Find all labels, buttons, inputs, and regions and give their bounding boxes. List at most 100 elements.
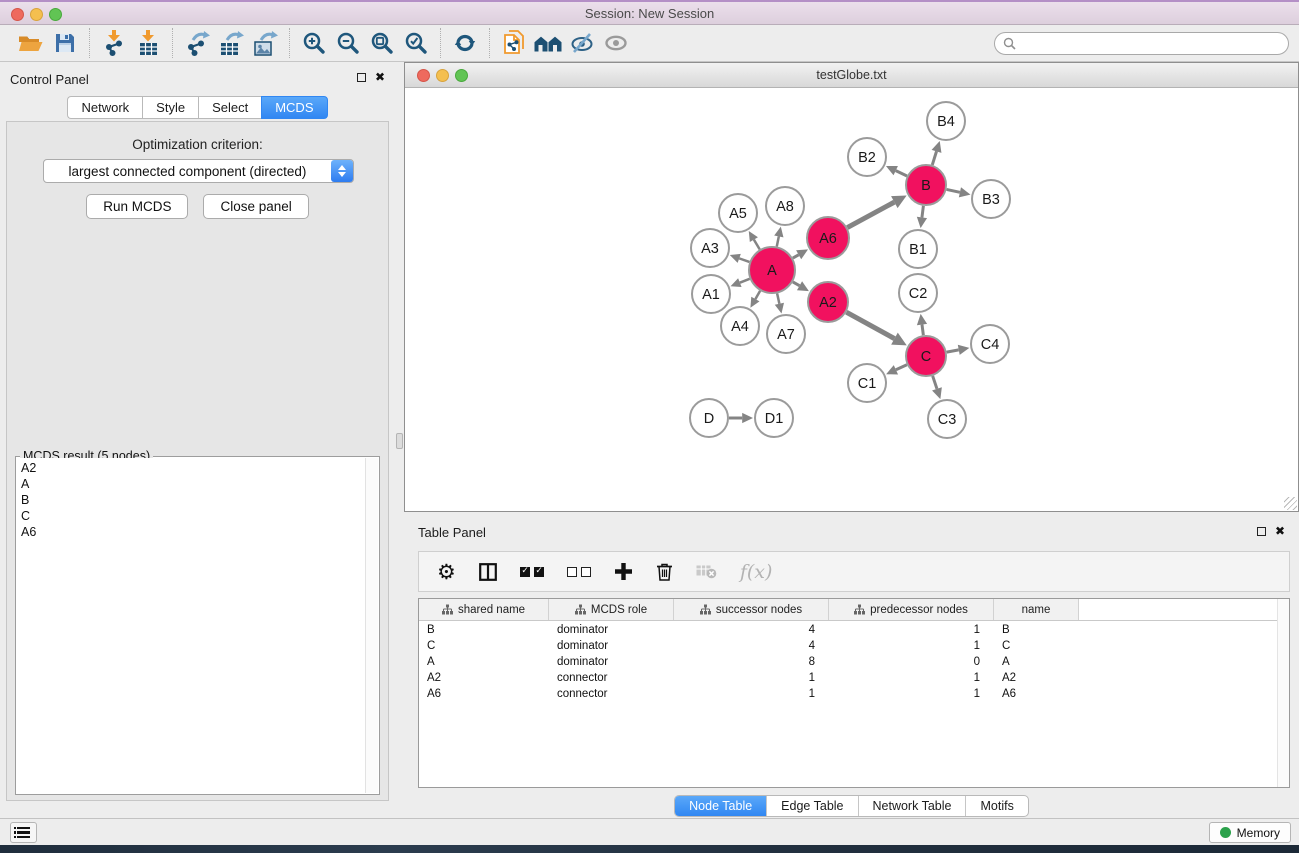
tab-network[interactable]: Network <box>67 96 142 119</box>
table-cell[interactable]: B <box>419 624 549 636</box>
table-cell[interactable]: 1 <box>674 672 829 684</box>
graph-edge[interactable] <box>947 350 959 352</box>
graph-edge[interactable] <box>755 291 760 299</box>
graph-edge[interactable] <box>896 171 907 176</box>
select-all-button[interactable] <box>520 567 544 577</box>
vertical-splitter-grip[interactable] <box>396 433 403 449</box>
tab-edge-table[interactable]: Edge Table <box>766 796 857 816</box>
graph-edge[interactable] <box>947 189 960 192</box>
refresh-button[interactable] <box>448 28 482 58</box>
graph-edge[interactable] <box>777 236 779 246</box>
column-header[interactable]: name <box>994 599 1079 620</box>
table-cell[interactable]: 1 <box>829 640 994 652</box>
show-task-history-button[interactable] <box>10 822 37 843</box>
graph-edge[interactable] <box>793 255 799 258</box>
function-builder-button[interactable]: f(x) <box>740 561 773 583</box>
deselect-all-button[interactable] <box>567 567 591 577</box>
table-cell[interactable]: C <box>994 640 1079 652</box>
table-cell[interactable]: 8 <box>674 656 829 668</box>
table-cell[interactable]: dominator <box>549 640 674 652</box>
table-cell[interactable]: A6 <box>994 688 1079 700</box>
tab-network-table[interactable]: Network Table <box>858 796 966 816</box>
window-resize-grip[interactable] <box>1284 497 1297 510</box>
table-cell[interactable]: connector <box>549 672 674 684</box>
graph-edge[interactable] <box>896 365 907 370</box>
table-cell[interactable]: A2 <box>419 672 549 684</box>
search-field[interactable] <box>994 32 1289 55</box>
network-window-titlebar[interactable]: testGlobe.txt <box>405 63 1298 88</box>
export-image-button[interactable] <box>248 28 282 58</box>
graph-edge[interactable] <box>932 151 936 165</box>
destroy-table-button[interactable] <box>696 564 717 579</box>
table-cell[interactable]: A <box>419 656 549 668</box>
table-cell[interactable]: 1 <box>674 688 829 700</box>
table-row[interactable]: Adominator80A <box>419 654 1289 670</box>
home-button[interactable] <box>531 28 565 58</box>
table-cell[interactable]: connector <box>549 688 674 700</box>
table-cell[interactable]: 1 <box>829 688 994 700</box>
table-row[interactable]: A6connector11A6 <box>419 686 1289 702</box>
tab-mcds[interactable]: MCDS <box>261 96 327 119</box>
list-item[interactable]: B <box>17 492 365 508</box>
network-graph[interactable]: AA6A2BCA5A8A3A1A4A7B2B4B3B1C2C1C4C3DD1 <box>405 89 1298 512</box>
table-cell[interactable]: 0 <box>829 656 994 668</box>
search-input[interactable] <box>1016 37 1288 51</box>
show-all-button[interactable] <box>599 28 633 58</box>
table-cell[interactable]: dominator <box>549 656 674 668</box>
table-cell[interactable]: dominator <box>549 624 674 636</box>
memory-button[interactable]: Memory <box>1209 822 1291 843</box>
graph-edge[interactable] <box>922 206 923 218</box>
graph-edge[interactable] <box>754 240 760 250</box>
graph-edge[interactable] <box>793 282 800 286</box>
tab-select[interactable]: Select <box>198 96 261 119</box>
show-columns-button[interactable] <box>479 563 497 581</box>
table-cell[interactable]: A <box>994 656 1079 668</box>
table-cell[interactable]: 4 <box>674 640 829 652</box>
tab-motifs[interactable]: Motifs <box>965 796 1027 816</box>
table-cell[interactable]: C <box>419 640 549 652</box>
float-panel-icon[interactable] <box>357 73 366 82</box>
graph-edge[interactable] <box>739 258 749 262</box>
tab-style[interactable]: Style <box>142 96 198 119</box>
zoom-in-button[interactable] <box>297 28 331 58</box>
graph-edge[interactable] <box>922 325 923 336</box>
list-item[interactable]: A2 <box>17 460 365 476</box>
zoom-selected-button[interactable] <box>399 28 433 58</box>
mcds-result-list[interactable]: A2ABCA6 <box>17 458 365 793</box>
table-settings-button[interactable]: ⚙ <box>437 562 456 582</box>
list-item[interactable]: C <box>17 508 365 524</box>
delete-columns-button[interactable] <box>656 562 673 581</box>
table-cell[interactable]: 1 <box>829 672 994 684</box>
table-row[interactable]: A2connector11A2 <box>419 670 1289 686</box>
new-network-from-selection-button[interactable] <box>497 28 531 58</box>
graph-edge[interactable] <box>847 202 894 227</box>
optimization-criterion-dropdown[interactable]: largest connected component (directed) <box>43 159 354 183</box>
close-table-panel-icon[interactable]: ✖ <box>1275 526 1285 536</box>
open-session-button[interactable] <box>14 28 48 58</box>
add-column-button[interactable] <box>614 562 633 581</box>
column-header[interactable]: shared name <box>419 599 549 620</box>
import-network-button[interactable] <box>97 28 131 58</box>
save-session-button[interactable] <box>48 28 82 58</box>
import-table-button[interactable] <box>131 28 165 58</box>
table-row[interactable]: Bdominator41B <box>419 622 1289 638</box>
graph-edge[interactable] <box>846 312 894 338</box>
hide-selected-button[interactable] <box>565 28 599 58</box>
table-cell[interactable]: A6 <box>419 688 549 700</box>
export-table-button[interactable] <box>214 28 248 58</box>
zoom-out-button[interactable] <box>331 28 365 58</box>
table-cell[interactable]: B <box>994 624 1079 636</box>
list-item[interactable]: A <box>17 476 365 492</box>
graph-edge[interactable] <box>740 279 750 283</box>
graph-edge[interactable] <box>933 376 937 389</box>
column-header[interactable]: successor nodes <box>674 599 829 620</box>
result-list-scrollbar[interactable] <box>365 458 378 793</box>
column-header[interactable]: MCDS role <box>549 599 674 620</box>
table-scrollbar[interactable] <box>1277 599 1289 787</box>
tab-node-table[interactable]: Node Table <box>675 796 766 816</box>
close-panel-button[interactable]: Close panel <box>203 194 308 219</box>
column-header[interactable]: predecessor nodes <box>829 599 994 620</box>
graph-edge[interactable] <box>777 293 779 303</box>
close-panel-icon[interactable]: ✖ <box>375 72 385 82</box>
list-item[interactable]: A6 <box>17 524 365 540</box>
